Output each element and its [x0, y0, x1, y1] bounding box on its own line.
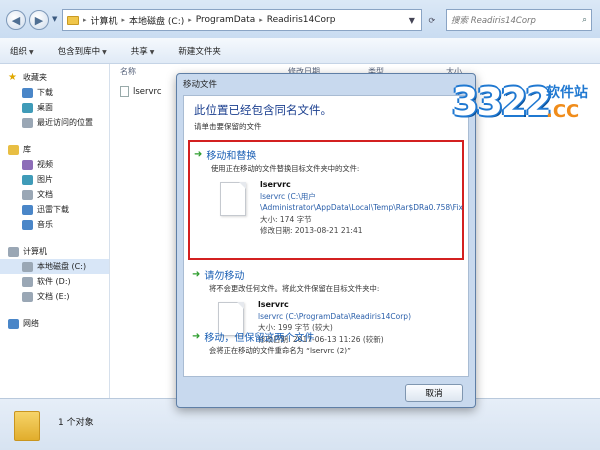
music-icon [22, 219, 33, 230]
sidebar-item-pictures[interactable]: 图片 [0, 172, 109, 187]
back-button[interactable]: ◀ [6, 10, 26, 30]
network-icon [8, 318, 19, 329]
file-date: 修改日期: 2013-08-21 21:41 [260, 226, 363, 235]
dialog-subheading: 请单击要保留的文件 [194, 122, 262, 131]
green-arrow-icon: ➜ [192, 331, 201, 342]
logo-domain: .CC [546, 101, 580, 122]
sidebar-item-e-drive[interactable]: 文档 (E:) [0, 289, 109, 304]
option-title: 移动和替换 [206, 151, 257, 162]
option-title: 移动，但保留这两个文件 [204, 333, 315, 344]
recent-pages-dropdown-icon[interactable]: ▼ [52, 15, 57, 23]
thunder-download-icon [22, 204, 33, 215]
recent-places-icon [22, 117, 33, 128]
breadcrumb-computer[interactable]: 计算机 [91, 14, 118, 27]
dialog-body: 此位置已经包含同名文件。 请单击要保留的文件 ➜ 移动和替换 使用正在移动的文件替… [183, 95, 469, 377]
drive-icon [22, 261, 33, 272]
documents-icon [22, 189, 33, 200]
sidebar-item-videos[interactable]: 视频 [0, 157, 109, 172]
sidebar-item-documents[interactable]: 文档 [0, 187, 109, 202]
column-header-name[interactable]: 名称 [120, 66, 136, 77]
dialog-title: 移动文件 [183, 80, 218, 90]
move-and-replace-option[interactable]: ➜ 移动和替换 使用正在移动的文件替换目标文件夹中的文件: lservrc lse… [188, 140, 464, 260]
sidebar-item-d-drive[interactable]: 软件 (D:) [0, 274, 109, 289]
file-name: lservrc [260, 180, 291, 189]
organize-button[interactable]: 组织 ▼ [10, 45, 34, 57]
search-input[interactable]: 搜索 Readiris14Corp ⌕ [446, 9, 592, 31]
back-arrow-icon: ◀ [11, 13, 21, 27]
include-in-library-button[interactable]: 包含到库中 ▼ [58, 45, 107, 57]
cancel-button[interactable]: 取消 [405, 384, 463, 402]
file-path: lservrc (C:\用户 [260, 191, 316, 201]
option-description: 使用正在移动的文件替换目标文件夹中的文件: [211, 164, 360, 173]
sidebar-item-libraries[interactable]: 库 [0, 142, 109, 157]
green-arrow-icon: ➜ [192, 269, 201, 280]
option-description: 会将正在移动的文件重命名为 “lservrc (2)” [209, 346, 351, 355]
address-bar-area: ◀ ▶ ▼ ▸ 计算机 ▸ 本地磁盘 (C:) ▸ ProgramData ▸ … [0, 0, 600, 38]
new-folder-button[interactable]: 新建文件夹 [178, 45, 221, 57]
forward-arrow-icon: ▶ [34, 13, 44, 27]
pictures-icon [22, 174, 33, 185]
file-size: 大小: 174 字节 [260, 214, 312, 224]
file-path: lservrc (C:\ProgramData\Readiris14Corp) [258, 311, 411, 321]
chevron-down-icon: ▼ [102, 48, 107, 56]
file-icon [120, 86, 129, 97]
dialog-footer: 取消 [183, 380, 469, 404]
download-folder-icon [22, 87, 33, 98]
logo-number: 3322 [452, 80, 552, 124]
computer-icon [8, 246, 19, 257]
option-description: 将不会更改任何文件。将此文件保留在目标文件夹中: [209, 284, 380, 293]
item-count: 1 个对象 [58, 418, 94, 428]
video-icon [22, 159, 33, 170]
drive-icon [22, 291, 33, 302]
sidebar-item-downloads[interactable]: 下载 [0, 85, 109, 100]
keep-both-option[interactable]: ➜ 移动，但保留这两个文件 会将正在移动的文件重命名为 “lservrc (2)” [188, 329, 464, 356]
chevron-down-icon: ▼ [29, 48, 34, 56]
breadcrumb-readiris[interactable]: Readiris14Corp [267, 15, 336, 25]
folder-icon [14, 411, 40, 441]
folder-icon [67, 15, 79, 25]
green-arrow-icon: ➜ [194, 149, 203, 160]
sidebar-item-recent[interactable]: 最近访问的位置 [0, 115, 109, 130]
search-placeholder: 搜索 Readiris14Corp [451, 16, 536, 26]
site-logo: 3322 软件站 .CC [450, 80, 596, 132]
file-name: lservrc [133, 86, 162, 97]
sidebar-item-music[interactable]: 音乐 [0, 217, 109, 232]
logo-chinese: 软件站 [546, 85, 588, 101]
list-item[interactable]: lservrc [120, 86, 162, 97]
address-input[interactable]: ▸ 计算机 ▸ 本地磁盘 (C:) ▸ ProgramData ▸ Readir… [62, 9, 422, 31]
navigation-pane: ★ 收藏夹 下载 桌面 最近访问的位置 库 视频 图片 文档 迅雷下载 音乐 计算… [0, 64, 110, 398]
option-title: 请勿移动 [204, 271, 245, 282]
file-name: lservrc [258, 300, 289, 309]
sidebar-item-thunder[interactable]: 迅雷下载 [0, 202, 109, 217]
sidebar-item-computer[interactable]: 计算机 [0, 244, 109, 259]
file-path-continued: \Administrator\AppData\Local\Temp\Rar$DR… [260, 203, 463, 212]
sidebar-item-network[interactable]: 网络 [0, 316, 109, 331]
forward-button[interactable]: ▶ [29, 10, 49, 30]
refresh-icon[interactable]: ⟳ [429, 16, 436, 25]
library-icon [8, 144, 19, 155]
chevron-down-icon: ▼ [149, 48, 155, 56]
move-file-dialog: 移动文件 此位置已经包含同名文件。 请单击要保留的文件 ➜ 移动和替换 使用正在移… [176, 73, 476, 408]
file-icon [220, 182, 246, 216]
address-dropdown-icon[interactable]: ▼ [409, 16, 415, 25]
breadcrumb-programdata[interactable]: ProgramData [196, 15, 255, 25]
search-icon[interactable]: ⌕ [582, 15, 587, 25]
breadcrumb-c-drive[interactable]: 本地磁盘 (C:) [129, 14, 184, 27]
sidebar-item-desktop[interactable]: 桌面 [0, 100, 109, 115]
sidebar-item-c-drive[interactable]: 本地磁盘 (C:) [0, 259, 109, 274]
dialog-heading: 此位置已经包含同名文件。 [194, 103, 332, 117]
star-icon: ★ [8, 72, 17, 83]
share-button[interactable]: 共享 ▼ [131, 45, 155, 57]
sidebar-item-favorites[interactable]: ★ 收藏夹 [0, 70, 109, 85]
command-toolbar: 组织 ▼ 包含到库中 ▼ 共享 ▼ 新建文件夹 [0, 38, 600, 64]
drive-icon [22, 276, 33, 287]
desktop-icon [22, 102, 33, 113]
